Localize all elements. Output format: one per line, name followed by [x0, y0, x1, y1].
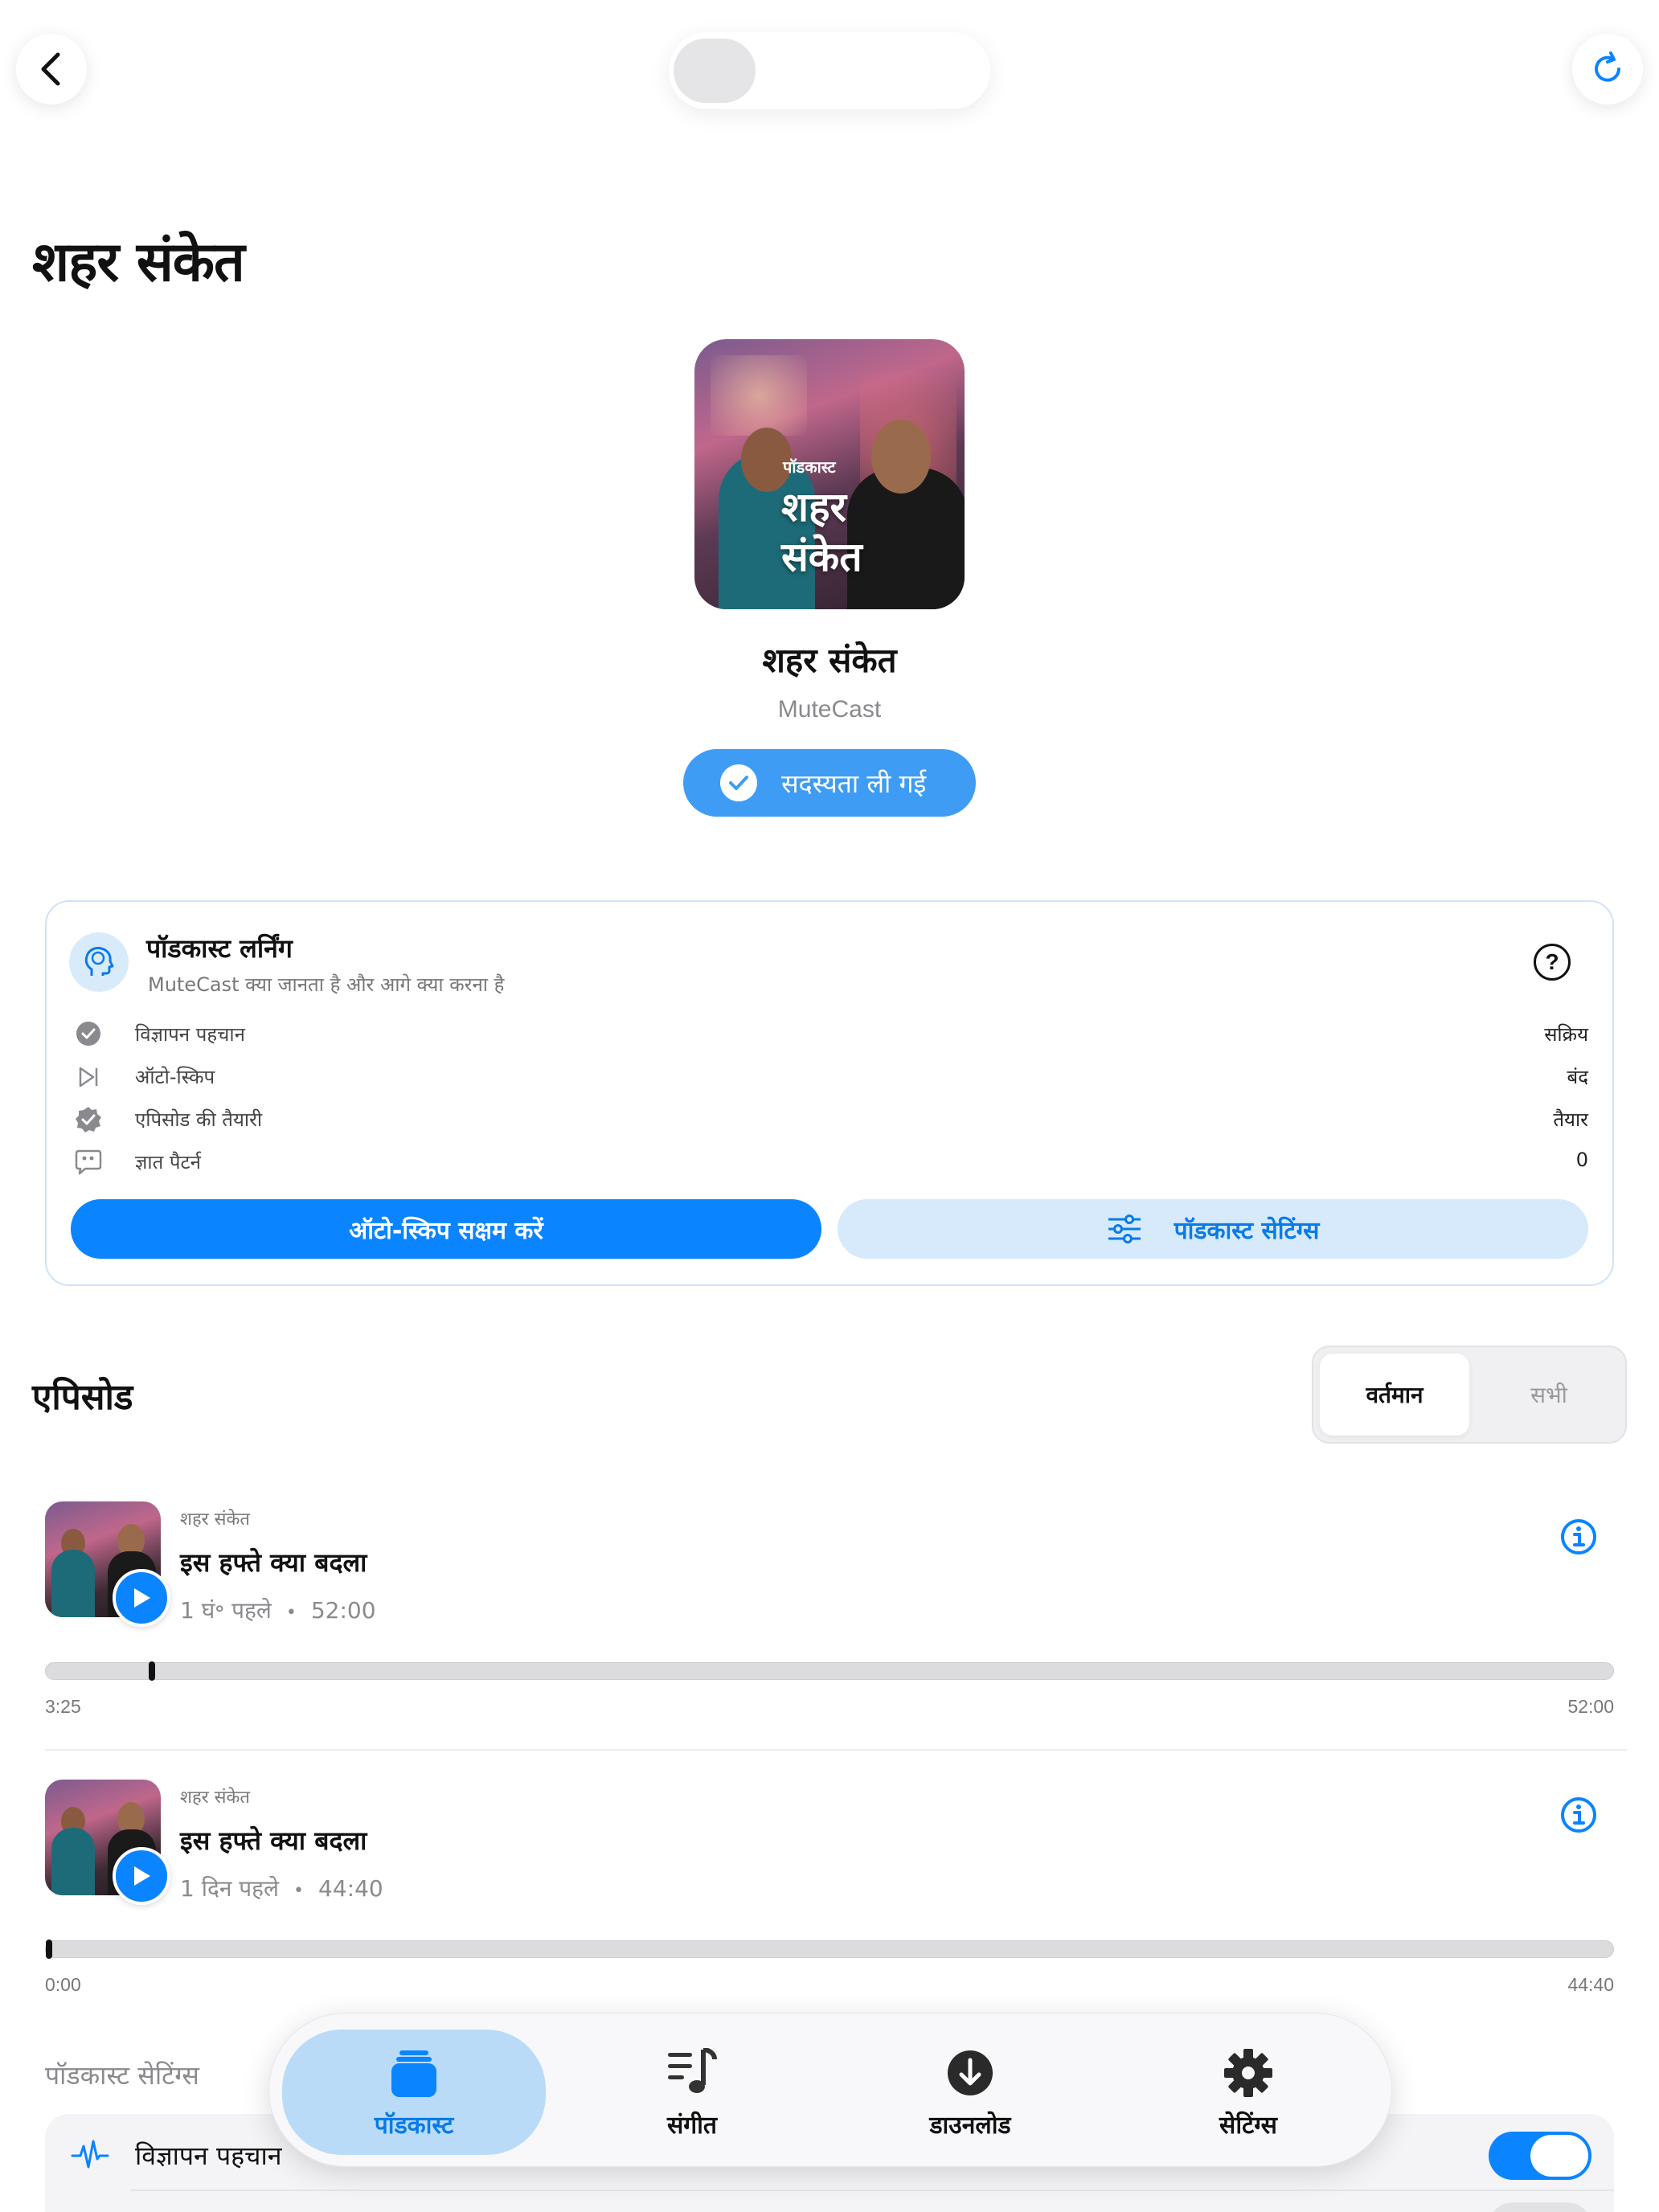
cover-title: शहर संकेत: [781, 484, 862, 580]
podcast-author: MuteCast: [777, 696, 882, 723]
episode-filter-segmented: वर्तमान सभी: [1312, 1346, 1627, 1444]
episode-divider: [45, 1749, 1627, 1751]
learning-row-label: ऑटो-स्किप: [135, 1066, 215, 1088]
help-icon[interactable]: ?: [1534, 944, 1571, 981]
back-button[interactable]: [16, 34, 87, 104]
subscribed-label: सदस्यता ली गई: [781, 768, 927, 799]
learning-row-value: सक्रिय: [1544, 1023, 1588, 1046]
now-playing-placeholder: [674, 39, 756, 103]
now-playing-pill[interactable]: [669, 32, 990, 109]
play-icon: [134, 1588, 150, 1608]
play-icon: [134, 1866, 150, 1886]
tab-bar: पॉडकास्ट संगीत डाउनलोड सेटिंग्स: [268, 2013, 1392, 2167]
tab-downloads[interactable]: डाउनलोड: [838, 2030, 1102, 2155]
podcast-stack-icon: [388, 2045, 440, 2101]
progress-scrubber[interactable]: [149, 1661, 155, 1681]
episode-title[interactable]: इस हफ्ते क्या बदला: [180, 1545, 367, 1579]
waveform-icon: [71, 2138, 109, 2177]
tab-label: सेटिंग्स: [1219, 2111, 1277, 2140]
cover-tag: पॉडकास्ट: [783, 457, 836, 477]
tab-label: पॉडकास्ट: [374, 2111, 454, 2140]
segment-current[interactable]: वर्तमान: [1320, 1354, 1469, 1436]
podcast-settings-section-label: पॉडकास्ट सेटिंग्स: [45, 2060, 199, 2091]
settings-toggle[interactable]: [1489, 2202, 1591, 2212]
download-icon: [946, 2045, 994, 2101]
tab-label: संगीत: [666, 2111, 718, 2140]
learning-title: पॉडकास्ट लर्निंग: [146, 933, 293, 964]
page-title: शहर संकेत: [32, 231, 245, 294]
episode-progress-track[interactable]: [45, 1940, 1614, 1959]
brain-head-icon: [69, 932, 129, 992]
checkmark-icon: [720, 764, 757, 801]
learning-row-label: विज्ञापन पहचान: [135, 1023, 245, 1046]
ad-detection-label: विज्ञापन पहचान: [135, 2140, 282, 2171]
elapsed-time: 0:00: [45, 1974, 81, 1995]
episode-podcast-name: शहर संकेत: [180, 1509, 250, 1530]
verified-badge-icon: [74, 1105, 103, 1134]
gear-icon: [1223, 2045, 1273, 2101]
learning-row-label: एपिसोड की तैयारी: [135, 1108, 263, 1131]
chevron-left-icon: [41, 52, 60, 86]
tab-label: डाउनलोड: [929, 2111, 1011, 2140]
tab-music[interactable]: संगीत: [560, 2030, 824, 2155]
quote-bubble-icon: [74, 1148, 103, 1177]
podcast-cover-art: पॉडकास्ट शहर संकेत: [694, 339, 965, 609]
progress-scrubber[interactable]: [46, 1940, 52, 1959]
episode-meta: 1 घं॰ पहले • 52:00: [180, 1597, 376, 1624]
enable-auto-skip-button[interactable]: ऑटो-स्किप सक्षम करें: [71, 1199, 821, 1259]
play-button[interactable]: [113, 1847, 170, 1905]
settings-row-divider: [130, 2189, 1614, 2191]
sliders-icon: [1108, 1215, 1141, 1243]
check-circle-icon: [74, 1019, 103, 1048]
refresh-icon: [1595, 51, 1620, 82]
episode-podcast-name: शहर संकेत: [180, 1788, 250, 1808]
subscribed-button[interactable]: सदस्यता ली गई: [683, 749, 976, 817]
play-button[interactable]: [113, 1569, 170, 1627]
episode-meta: 1 दिन पहले • 44:40: [180, 1875, 383, 1902]
refresh-button[interactable]: [1572, 34, 1643, 104]
tab-settings[interactable]: सेटिंग्स: [1116, 2030, 1380, 2155]
learning-row-value: 0: [1575, 1149, 1588, 1171]
ad-detection-toggle[interactable]: [1489, 2132, 1591, 2180]
skip-forward-icon: [74, 1063, 103, 1092]
total-time: 52:00: [1567, 1696, 1614, 1717]
segment-all[interactable]: सभी: [1474, 1354, 1624, 1436]
podcast-name: शहर संकेत: [762, 641, 897, 680]
info-icon[interactable]: [1559, 1796, 1598, 1834]
learning-row-value: तैयार: [1553, 1108, 1588, 1131]
tab-podcasts[interactable]: पॉडकास्ट: [282, 2030, 546, 2155]
learning-subtitle: MuteCast क्या जानता है और आगे क्या करना …: [148, 973, 505, 996]
total-time: 44:40: [1567, 1974, 1614, 1995]
episode-title[interactable]: इस हफ्ते क्या बदला: [180, 1823, 367, 1858]
episode-progress-track[interactable]: [45, 1661, 1614, 1681]
learning-row-value: बंद: [1567, 1066, 1588, 1088]
music-list-icon: [666, 2045, 718, 2101]
elapsed-time: 3:25: [45, 1696, 81, 1717]
episodes-heading: एपिसोड: [32, 1377, 133, 1418]
podcast-settings-button[interactable]: पॉडकास्ट सेटिंग्स: [838, 1199, 1588, 1259]
learning-row-label: ज्ञात पैटर्न: [135, 1151, 201, 1174]
podcast-settings-label: पॉडकास्ट सेटिंग्स: [1174, 1216, 1320, 1245]
info-icon[interactable]: [1559, 1518, 1598, 1556]
